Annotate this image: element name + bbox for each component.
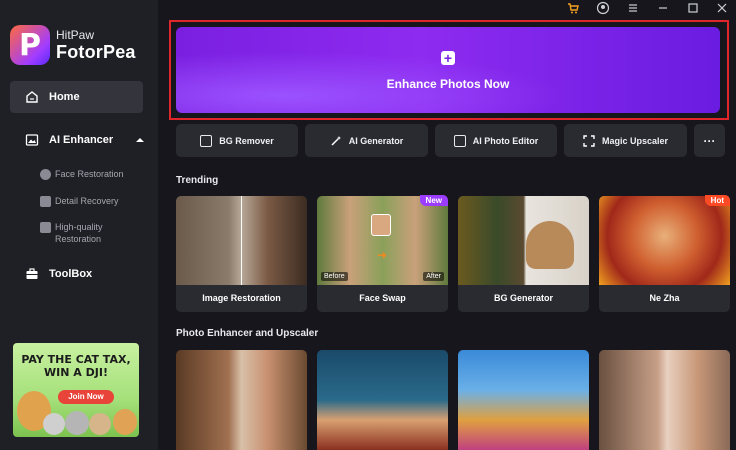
- sidebar-subitem-high-quality-restoration[interactable]: High-quality Restoration: [40, 221, 130, 245]
- face-restoration-icon: [40, 169, 51, 180]
- cat-image: [113, 409, 137, 435]
- card-photo-enhancer-2[interactable]: [317, 350, 448, 450]
- promo-title: PAY THE CAT TAX, WIN A DJI!: [21, 353, 131, 379]
- bg-remover-icon: [200, 134, 213, 147]
- sidebar-item-ai-enhancer[interactable]: AI Enhancer: [25, 133, 145, 147]
- chevron-up-icon[interactable]: [135, 135, 145, 145]
- ai-photo-editor-button[interactable]: AI Photo Editor: [435, 124, 557, 157]
- cart-icon[interactable]: [566, 1, 580, 15]
- card-photo-enhancer-3[interactable]: [458, 350, 589, 450]
- sidebar-item-home[interactable]: Home: [10, 81, 143, 113]
- sidebar: P HitPaw FotorPea Home AI Enhancer Face …: [0, 0, 158, 450]
- ai-generator-button[interactable]: AI Generator: [305, 124, 428, 157]
- cat-image: [65, 411, 89, 435]
- ne-zha-thumbnail: [599, 196, 730, 285]
- swap-face-thumbnail: [371, 214, 391, 236]
- detail-recovery-icon: [40, 196, 51, 207]
- sidebar-subitem-face-restoration[interactable]: Face Restoration: [40, 168, 124, 180]
- chair-image: [526, 221, 574, 269]
- close-icon[interactable]: [715, 1, 729, 15]
- before-tag: Before: [321, 272, 348, 281]
- card-photo-enhancer-4[interactable]: [599, 350, 730, 450]
- user-icon[interactable]: [596, 1, 610, 15]
- brand: P HitPaw FotorPea: [10, 25, 136, 65]
- group-photo-thumbnail: [458, 350, 589, 450]
- after-tag: After: [423, 272, 444, 281]
- card-image-restoration[interactable]: Image Restoration: [176, 196, 307, 312]
- card-face-swap[interactable]: Before After ➜ New Face Swap: [317, 195, 448, 312]
- toolbox-icon: [26, 268, 38, 279]
- promo-banner[interactable]: PAY THE CAT TAX, WIN A DJI! Join Now: [13, 343, 139, 437]
- more-tools-button[interactable]: ···: [694, 124, 725, 157]
- brand-title: FotorPea: [56, 42, 136, 62]
- photo-enhancer-section-title: Photo Enhancer and Upscaler: [176, 328, 319, 339]
- trending-title: Trending: [176, 175, 219, 186]
- maximize-icon[interactable]: [686, 1, 700, 15]
- photo-editor-icon: [453, 134, 466, 147]
- join-now-button[interactable]: Join Now: [58, 390, 114, 404]
- sidebar-item-toolbox[interactable]: ToolBox: [25, 267, 92, 281]
- card-bg-generator[interactable]: BG Generator: [458, 196, 589, 312]
- home-icon: [26, 91, 38, 103]
- hero-label: Enhance Photos Now: [386, 77, 510, 91]
- card-ne-zha[interactable]: Hot Ne Zha: [599, 195, 730, 312]
- menu-icon[interactable]: [626, 1, 640, 15]
- magic-upscaler-button[interactable]: Magic Upscaler: [564, 124, 687, 157]
- cat-image: [89, 413, 111, 435]
- compare-divider: [241, 196, 242, 285]
- hot-badge: Hot: [704, 195, 730, 206]
- high-quality-restoration-icon: [40, 222, 51, 233]
- card-label: Face Swap: [359, 293, 406, 303]
- card-label: Ne Zha: [649, 293, 680, 303]
- card-photo-enhancer-1[interactable]: [176, 350, 307, 450]
- image-icon: [25, 134, 39, 146]
- upscale-icon: [583, 134, 595, 147]
- arrow-right-icon: ➜: [377, 248, 388, 262]
- card-label: Image Restoration: [202, 293, 281, 303]
- sidebar-subitem-detail-recovery[interactable]: Detail Recovery: [40, 195, 119, 207]
- new-badge: New: [419, 195, 448, 206]
- enhance-photos-now-button[interactable]: [176, 27, 720, 113]
- fotorpea-logo-icon: P: [10, 25, 50, 65]
- minimize-icon[interactable]: [656, 1, 670, 15]
- portrait-thumbnail: [176, 350, 307, 450]
- sidebar-item-label: AI Enhancer: [49, 134, 114, 146]
- bg-remover-button[interactable]: BG Remover: [176, 124, 298, 157]
- brand-subtitle: HitPaw: [56, 28, 95, 42]
- magic-wand-icon: [331, 135, 341, 146]
- sidebar-item-label: ToolBox: [49, 268, 93, 280]
- cat-image: [43, 413, 65, 435]
- plus-icon: +: [441, 51, 455, 65]
- more-icon: ···: [703, 133, 716, 148]
- couple-thumbnail: [599, 350, 730, 450]
- sidebar-item-label: Home: [49, 91, 80, 103]
- child-thumbnail: [317, 350, 448, 450]
- card-label: BG Generator: [493, 293, 553, 303]
